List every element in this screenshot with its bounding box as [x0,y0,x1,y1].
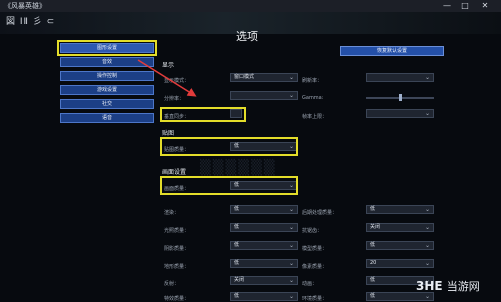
watermark-text: 当游网 [446,280,480,293]
site-watermark: 3HE 当游网 [416,278,480,294]
watermark-brand: 3HE [416,279,443,293]
annotation-arrow-icon [137,59,197,97]
